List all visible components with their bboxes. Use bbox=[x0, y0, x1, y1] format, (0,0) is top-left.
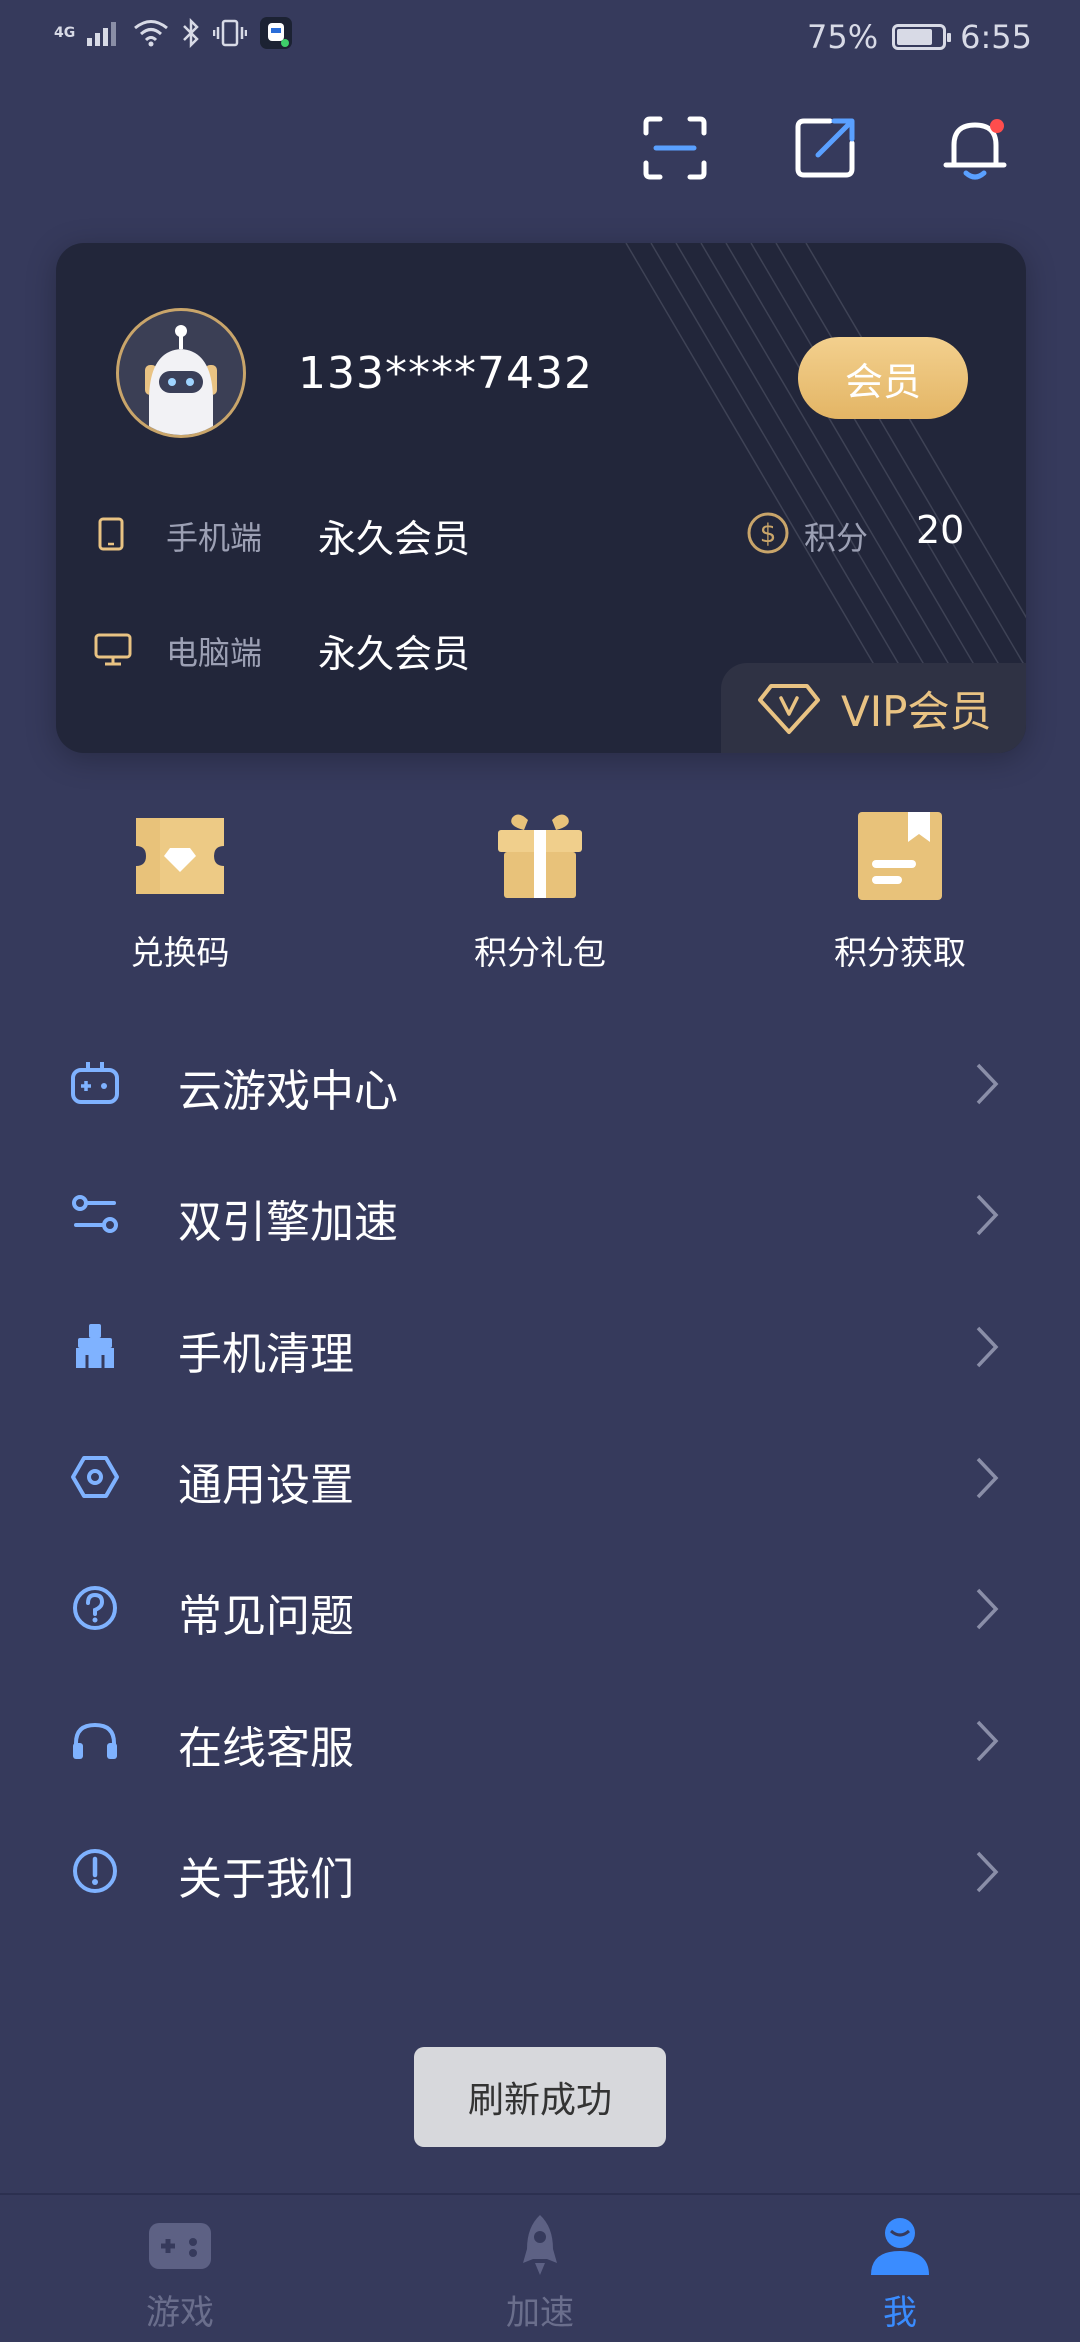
menu-item-cloud-game[interactable]: 云游戏中心 bbox=[0, 1033, 1080, 1133]
vip-badge[interactable]: VIP会员 bbox=[721, 663, 1026, 753]
phone-number: 133****7432 bbox=[298, 348, 593, 399]
toast-message: 刷新成功 bbox=[414, 2047, 666, 2147]
nav-label: 加速 bbox=[506, 2293, 574, 2333]
nav-label: 游戏 bbox=[146, 2293, 214, 2333]
chevron-right-icon bbox=[976, 1063, 999, 1105]
question-icon bbox=[73, 1586, 117, 1630]
menu-item-label: 手机清理 bbox=[178, 1329, 354, 1380]
menu-item-customer-service[interactable]: 在线客服 bbox=[0, 1690, 1080, 1790]
mobile-value: 永久会员 bbox=[318, 517, 471, 561]
engine-icon bbox=[72, 1195, 118, 1233]
info-icon bbox=[73, 1849, 117, 1893]
menu-item-label: 双引擎加速 bbox=[178, 1197, 398, 1248]
vip-label: VIP会员 bbox=[841, 686, 992, 736]
pc-value: 永久会员 bbox=[318, 632, 471, 676]
coin-icon: $ bbox=[747, 512, 789, 554]
quick-action-redeem[interactable]: 兑换码 bbox=[70, 808, 290, 974]
quick-action-earn-points[interactable]: 积分获取 bbox=[790, 808, 1010, 974]
nav-tab-games[interactable]: 游戏 bbox=[80, 2213, 280, 2334]
avatar[interactable] bbox=[116, 308, 246, 438]
broom-icon bbox=[76, 1324, 114, 1368]
diamond-icon bbox=[758, 684, 820, 734]
gamepad-icon bbox=[71, 1062, 119, 1104]
robot-avatar-icon bbox=[145, 325, 217, 435]
task-icon bbox=[858, 812, 942, 900]
menu-item-phone-clean[interactable]: 手机清理 bbox=[0, 1296, 1080, 1396]
mobile-label: 手机端 bbox=[166, 519, 263, 557]
chevron-right-icon bbox=[976, 1194, 999, 1236]
chevron-right-icon bbox=[976, 1326, 999, 1368]
menu-item-label: 关于我们 bbox=[178, 1854, 354, 1905]
menu-item-faq[interactable]: 常见问题 bbox=[0, 1558, 1080, 1658]
pc-label: 电脑端 bbox=[166, 634, 263, 672]
chevron-right-icon bbox=[976, 1851, 999, 1893]
ticket-icon bbox=[136, 818, 224, 894]
menu-item-about-us[interactable]: 关于我们 bbox=[0, 1821, 1080, 1921]
menu-item-label: 在线客服 bbox=[178, 1723, 354, 1774]
nav-tab-boost[interactable]: 加速 bbox=[440, 2213, 640, 2334]
desktop-icon bbox=[94, 633, 132, 666]
quick-action-label: 兑换码 bbox=[130, 933, 230, 972]
quick-action-label: 积分礼包 bbox=[474, 933, 606, 972]
bluetooth-icon bbox=[183, 18, 200, 48]
menu-item-settings[interactable]: 通用设置 bbox=[0, 1427, 1080, 1527]
battery-icon bbox=[892, 24, 952, 50]
battery-percent: 75% bbox=[807, 18, 879, 56]
menu-item-label: 通用设置 bbox=[178, 1460, 354, 1511]
rocket-icon bbox=[523, 2215, 557, 2275]
battery-fill bbox=[897, 29, 932, 45]
mobile-icon bbox=[98, 517, 124, 551]
scan-icon[interactable] bbox=[640, 113, 710, 183]
member-card: 133****7432 会员 手机端 永久会员 电脑端 永久会员 $ 积分 20… bbox=[56, 243, 1026, 753]
share-icon[interactable] bbox=[790, 113, 860, 183]
settings-icon bbox=[71, 1456, 119, 1498]
nav-tab-me[interactable]: 我 bbox=[800, 2213, 1000, 2334]
gift-icon bbox=[498, 814, 582, 898]
menu-item-dual-engine[interactable]: 双引擎加速 bbox=[0, 1164, 1080, 1264]
bell-icon[interactable] bbox=[940, 113, 1010, 183]
clock: 6:55 bbox=[960, 18, 1032, 56]
chevron-right-icon bbox=[976, 1588, 999, 1630]
chevron-right-icon bbox=[976, 1720, 999, 1762]
app-notification-icon bbox=[260, 17, 293, 49]
wifi-icon bbox=[134, 20, 169, 47]
vibrate-icon bbox=[213, 19, 248, 47]
menu-item-label: 云游戏中心 bbox=[178, 1066, 398, 1117]
quick-action-label: 积分获取 bbox=[834, 933, 966, 972]
menu-item-label: 常见问题 bbox=[178, 1591, 354, 1642]
quick-action-gift[interactable]: 积分礼包 bbox=[430, 808, 650, 974]
gamepad-icon bbox=[149, 2223, 211, 2269]
user-icon bbox=[871, 2218, 929, 2275]
member-button[interactable]: 会员 bbox=[798, 337, 968, 419]
svg-text:$: $ bbox=[760, 519, 777, 549]
signal-icon bbox=[87, 22, 117, 46]
network-indicator: 4G bbox=[54, 25, 76, 41]
chevron-right-icon bbox=[976, 1457, 999, 1499]
points-value: 20 bbox=[916, 508, 965, 552]
headset-icon bbox=[73, 1722, 117, 1759]
nav-label: 我 bbox=[883, 2293, 917, 2333]
status-bar: 4G 75% 6:55 bbox=[0, 0, 1080, 75]
points-label: 积分 bbox=[804, 519, 869, 557]
bottom-nav: 游戏 加速 我 bbox=[0, 2193, 1080, 2342]
